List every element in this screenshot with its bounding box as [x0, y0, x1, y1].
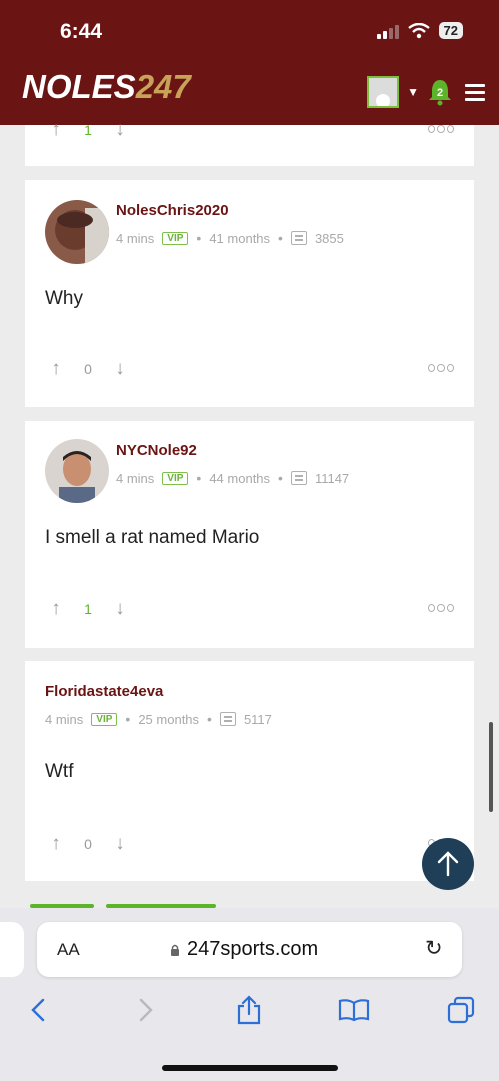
vote-count: 1 [84, 122, 92, 138]
upvote-arrow-icon[interactable]: ↑ [45, 358, 67, 380]
message-icon [290, 471, 307, 485]
comment-actions: ↑ 0 ↓ [45, 358, 454, 380]
comment-meta: 4 mins VIP • 44 months • 11147 [116, 470, 349, 486]
site-logo[interactable]: NOLES247 [22, 68, 191, 106]
separator-dot: • [278, 470, 283, 486]
commenter-avatar[interactable] [45, 439, 109, 503]
status-time: 6:44 [60, 20, 103, 43]
battery-indicator: 72 [438, 22, 463, 39]
book-icon[interactable] [336, 992, 372, 1028]
text-size-button[interactable]: AA [57, 940, 80, 960]
more-options-icon[interactable] [428, 604, 454, 614]
separator-dot: • [207, 711, 212, 727]
browser-chrome: AA 247sports.com ↻ [0, 908, 499, 1081]
site-header: 6:44 72 NOLES247 ▼ 2 [0, 0, 499, 125]
more-options-icon[interactable] [428, 364, 454, 374]
url-text[interactable]: 247sports.com [187, 938, 318, 961]
comment-body: I smell a rat named Mario [45, 527, 260, 548]
reload-icon[interactable]: ↻ [425, 936, 443, 961]
post-count: 3855 [314, 230, 344, 246]
comment-time: 4 mins [45, 711, 84, 727]
commenter-username[interactable]: NolesChris2020 [116, 202, 229, 219]
notifications-bell-icon[interactable]: 2 [427, 78, 453, 106]
browser-toolbar [0, 992, 499, 1032]
vote-count: 1 [84, 601, 92, 617]
comment-actions: ↑ 1 ↓ [45, 119, 454, 141]
chevron-down-icon[interactable]: ▼ [407, 85, 419, 99]
status-icons: 72 [376, 22, 463, 39]
upvote-arrow-icon[interactable]: ↑ [45, 598, 67, 620]
comment-card: NYCNole92 4 mins VIP • 44 months • 11147… [25, 421, 474, 648]
upvote-arrow-icon[interactable]: ↑ [45, 833, 67, 855]
comment-meta: 4 mins VIP • 25 months • 5117 [45, 711, 272, 727]
vote-count: 0 [84, 836, 92, 852]
lock-icon [171, 944, 179, 956]
post-count: 5117 [243, 711, 272, 727]
header-actions: ▼ 2 [367, 76, 485, 108]
downvote-arrow-icon[interactable]: ↓ [109, 833, 131, 855]
comment-time: 4 mins [116, 470, 155, 486]
comment-actions: ↑ 0 ↓ [45, 833, 454, 855]
avatar-placeholder-icon [376, 94, 391, 106]
post-count: 11147 [314, 470, 350, 486]
home-indicator [162, 1065, 338, 1071]
cellular-signal-icon [376, 23, 399, 39]
share-icon[interactable] [231, 992, 267, 1028]
commenter-username[interactable]: Floridastate4eva [45, 683, 163, 700]
comment-body: Why [45, 288, 83, 309]
wifi-icon [407, 22, 430, 38]
downvote-arrow-icon[interactable]: ↓ [109, 598, 131, 620]
downvote-arrow-icon[interactable]: ↓ [109, 119, 131, 141]
comment-card-partial: ↑ 1 ↓ [25, 119, 474, 166]
comment-body: Wtf [45, 761, 74, 782]
commenter-avatar[interactable] [45, 200, 109, 264]
member-tenure: 44 months [209, 470, 271, 486]
vote-count: 0 [84, 361, 92, 377]
chevron-right-icon[interactable] [128, 992, 164, 1028]
hamburger-menu-icon[interactable] [465, 83, 485, 101]
vip-badge: VIP [91, 712, 118, 726]
tabs-icon[interactable] [443, 992, 479, 1028]
message-icon [290, 231, 307, 245]
comment-card: Floridastate4eva 4 mins VIP • 25 months … [25, 661, 474, 881]
commenter-username[interactable]: NYCNole92 [116, 442, 197, 459]
member-tenure: 41 months [209, 230, 271, 246]
vip-badge: VIP [162, 471, 189, 485]
member-tenure: 25 months [138, 711, 200, 727]
message-icon [219, 712, 236, 726]
arrow-up-icon [437, 851, 459, 877]
comment-card: NolesChris2020 4 mins VIP • 41 months • … [25, 180, 474, 407]
address-bar[interactable]: AA 247sports.com ↻ [37, 922, 462, 977]
chevron-left-icon[interactable] [20, 992, 56, 1028]
comment-time: 4 mins [116, 230, 155, 246]
separator-dot: • [196, 470, 202, 486]
user-avatar-button[interactable] [367, 76, 400, 108]
separator-dot: • [278, 230, 283, 246]
upvote-arrow-icon[interactable]: ↑ [45, 119, 67, 141]
comment-actions: ↑ 1 ↓ [45, 598, 454, 620]
previous-tab-preview[interactable] [0, 922, 24, 977]
page-scrollbar[interactable] [489, 722, 493, 812]
separator-dot: • [196, 230, 202, 246]
notification-count: 2 [436, 87, 444, 99]
vip-badge: VIP [162, 231, 189, 245]
comment-meta: 4 mins VIP • 41 months • 3855 [116, 230, 344, 246]
separator-dot: • [125, 711, 131, 727]
scroll-to-top-button[interactable] [422, 838, 474, 890]
more-options-icon[interactable] [428, 125, 454, 135]
downvote-arrow-icon[interactable]: ↓ [109, 358, 131, 380]
